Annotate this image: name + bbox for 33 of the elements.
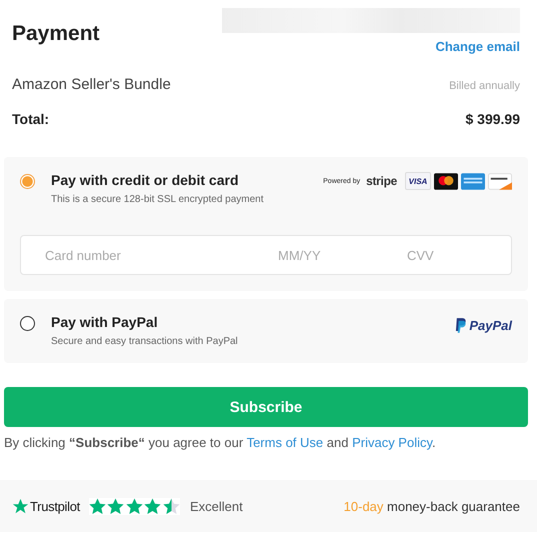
trustpilot-logo: Trustpilot [12, 498, 80, 514]
option-description: This is a secure 128-bit SSL encrypted payment [51, 194, 265, 205]
rating-star [162, 498, 180, 514]
stripe-logo: stripe [366, 174, 397, 188]
rating-star [144, 498, 162, 514]
option-description: Secure and easy transactions with PayPal [51, 336, 239, 347]
change-email-link[interactable]: Change email [435, 39, 520, 54]
option-title: Pay with PayPal [51, 314, 159, 330]
payment-option-card[interactable]: Pay with PayPal Secure and easy transactions with PayPal PayPal [4, 299, 528, 363]
rating-star [88, 498, 106, 514]
star-icon [12, 498, 29, 514]
billing-period: Billed annually [449, 80, 520, 92]
radio-button[interactable] [20, 174, 35, 189]
card-input[interactable]: CVV [407, 248, 497, 262]
card-input[interactable]: Card number [45, 248, 278, 262]
visa-logo: VISA [405, 172, 431, 190]
card-details-field[interactable]: Card number MM/YY CVV [20, 235, 512, 275]
paypal-logo: PayPal [455, 318, 512, 333]
option-title: Pay with credit or debit card [51, 172, 240, 188]
guarantee-text: 10-day money-back guarantee [344, 498, 520, 514]
radio-button[interactable] [20, 316, 35, 331]
terms-notice: By clicking “Subscribe“ you agree to our Terms of Use and Privacy Policy. [4, 435, 437, 450]
rating-star [126, 498, 143, 514]
subscribe-button[interactable]: Subscribe [4, 387, 528, 427]
privacy-policy-link[interactable]: Privacy Policy [352, 435, 432, 450]
card-input[interactable]: MM/YY [278, 248, 407, 262]
rating-label: Excellent [190, 498, 243, 514]
total-label: Total: [12, 111, 50, 127]
page-title: Payment [12, 22, 100, 47]
rating-star [107, 498, 124, 514]
total-amount: $ 399.99 [466, 111, 520, 127]
product-name: Amazon Seller's Bundle [12, 76, 171, 93]
terms-of-use-link[interactable]: Terms of Use [246, 435, 324, 450]
